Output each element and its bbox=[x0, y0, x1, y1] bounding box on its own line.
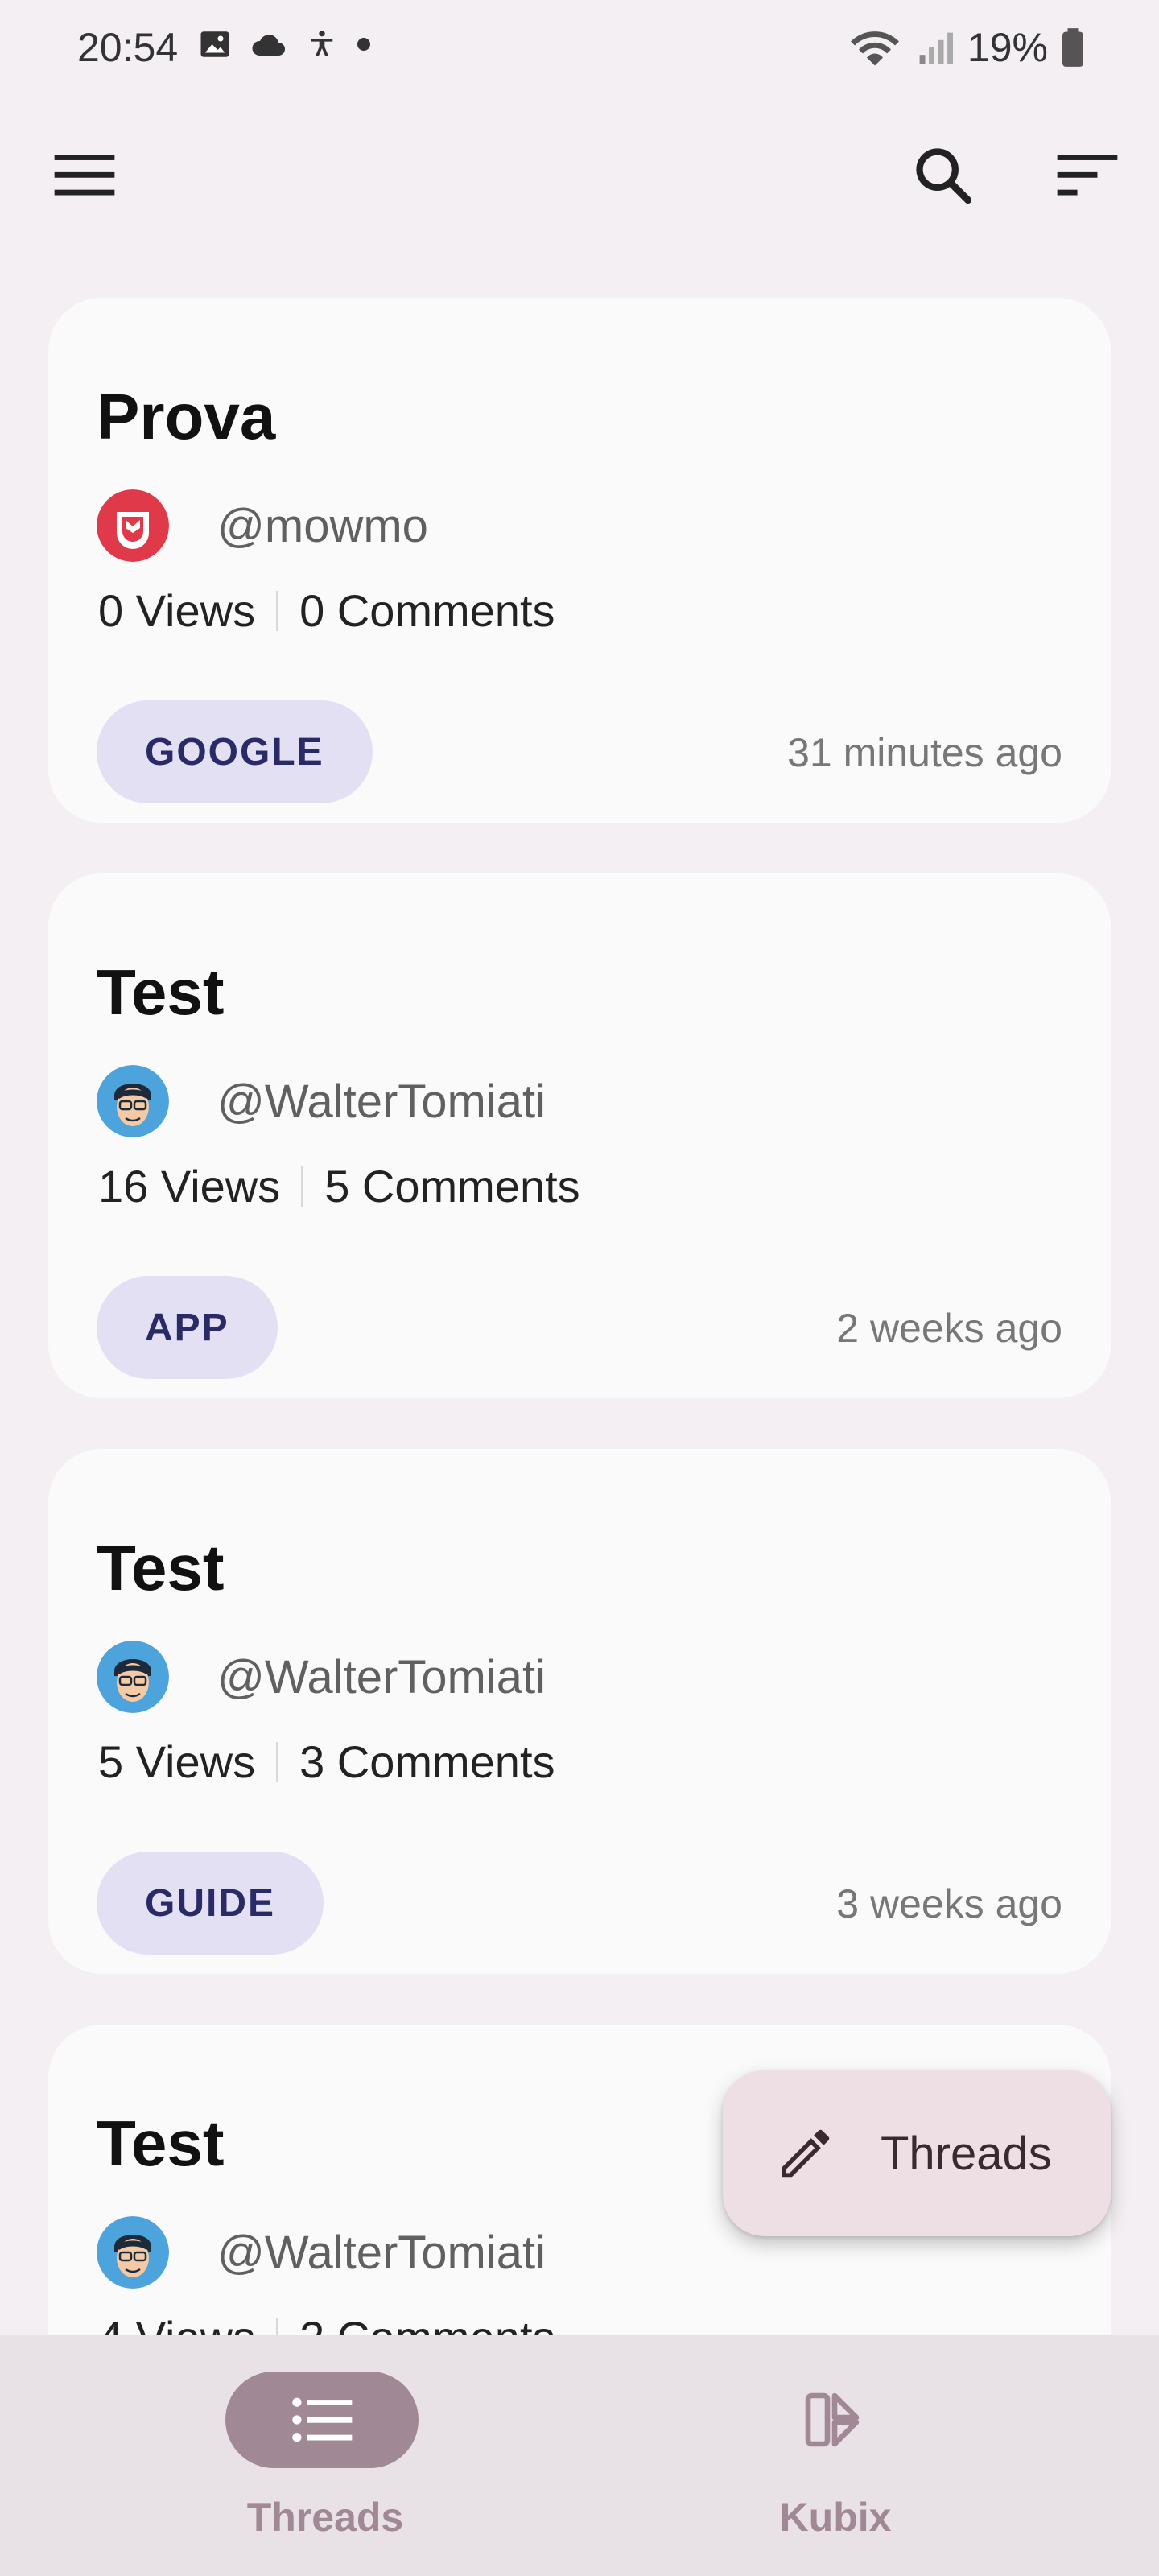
hamburger-menu-icon bbox=[54, 155, 115, 196]
post-time: 3 weeks ago bbox=[836, 1881, 1062, 1926]
fab-label: Threads bbox=[881, 2128, 1052, 2180]
accessibility-icon bbox=[311, 31, 333, 56]
search-button[interactable] bbox=[898, 130, 987, 219]
avatar bbox=[97, 1641, 169, 1713]
nav-active-indicator bbox=[225, 2372, 419, 2468]
sort-icon bbox=[1057, 155, 1118, 196]
post-card[interactable]: Test @WalterTomiati 16 Views 5 Comments … bbox=[48, 873, 1111, 1398]
kubix-icon bbox=[805, 2392, 860, 2447]
battery-percent: 19% bbox=[967, 25, 1048, 70]
divider bbox=[301, 1166, 304, 1207]
post-author[interactable]: @WalterTomiati bbox=[217, 1075, 546, 1129]
sort-button[interactable] bbox=[1043, 130, 1132, 219]
post-time: 31 minutes ago bbox=[787, 730, 1062, 775]
post-card[interactable]: Test @WalterTomiati 5 Views 3 Comments G… bbox=[48, 1449, 1111, 1974]
post-card[interactable]: Prova @mowmo 0 Views 0 Comments GOOGLE 3… bbox=[48, 298, 1111, 823]
nav-icon-container bbox=[736, 2372, 929, 2468]
list-icon bbox=[292, 2397, 353, 2442]
comments-count: 0 Comments bbox=[299, 585, 555, 636]
post-title: Test bbox=[97, 2107, 225, 2179]
post-title: Test bbox=[97, 1532, 225, 1604]
red-badge-avatar-icon bbox=[97, 489, 169, 562]
post-author[interactable]: @mowmo bbox=[217, 499, 428, 553]
top-app-bar bbox=[0, 113, 1159, 242]
search-icon bbox=[916, 148, 972, 204]
post-author[interactable]: @WalterTomiati bbox=[217, 2226, 546, 2280]
cartoon-face-avatar-icon bbox=[97, 1065, 169, 1137]
wifi-icon bbox=[850, 31, 899, 66]
post-stats: 5 Views 3 Comments bbox=[98, 1736, 555, 1788]
gallery-icon bbox=[200, 31, 229, 57]
cartoon-face-avatar-icon bbox=[97, 2216, 169, 2289]
cartoon-face-avatar-icon bbox=[97, 1641, 169, 1713]
divider bbox=[276, 1741, 279, 1782]
post-author[interactable]: @WalterTomiati bbox=[217, 1650, 546, 1704]
tag-chip[interactable]: APP bbox=[97, 1276, 278, 1379]
cloud-icon bbox=[252, 35, 285, 56]
comments-count: 5 Comments bbox=[324, 1161, 580, 1212]
divider bbox=[276, 590, 279, 631]
tag-chip[interactable]: GOOGLE bbox=[97, 700, 373, 803]
status-bar: 20:54 19% bbox=[0, 0, 1159, 100]
avatar bbox=[97, 2216, 169, 2289]
menu-button[interactable] bbox=[40, 130, 129, 219]
post-stats: 16 Views 5 Comments bbox=[98, 1160, 580, 1212]
bottom-navigation: Threads Kubix bbox=[0, 2334, 1159, 2576]
nav-item-threads[interactable]: Threads bbox=[204, 2372, 446, 2549]
views-count: 0 Views bbox=[98, 585, 256, 636]
post-title: Test bbox=[97, 956, 225, 1028]
nav-label: Kubix bbox=[779, 2495, 892, 2540]
battery-icon bbox=[1062, 28, 1083, 67]
avatar bbox=[97, 1065, 169, 1137]
post-time: 2 weeks ago bbox=[836, 1306, 1062, 1351]
post-stats: 0 Views 0 Comments bbox=[98, 584, 555, 637]
views-count: 5 Views bbox=[98, 1736, 256, 1787]
pencil-icon bbox=[782, 2129, 830, 2178]
avatar bbox=[97, 489, 169, 562]
status-time: 20:54 bbox=[77, 25, 179, 70]
nav-item-kubix[interactable]: Kubix bbox=[715, 2372, 956, 2549]
comments-count: 3 Comments bbox=[299, 1736, 555, 1787]
post-title: Prova bbox=[97, 381, 276, 452]
notification-dot-icon bbox=[357, 38, 370, 51]
nav-label: Threads bbox=[246, 2495, 404, 2540]
views-count: 16 Views bbox=[98, 1161, 281, 1212]
new-thread-fab[interactable]: Threads bbox=[723, 2070, 1111, 2236]
signal-icon bbox=[919, 32, 953, 64]
tag-chip[interactable]: GUIDE bbox=[97, 1852, 324, 1955]
